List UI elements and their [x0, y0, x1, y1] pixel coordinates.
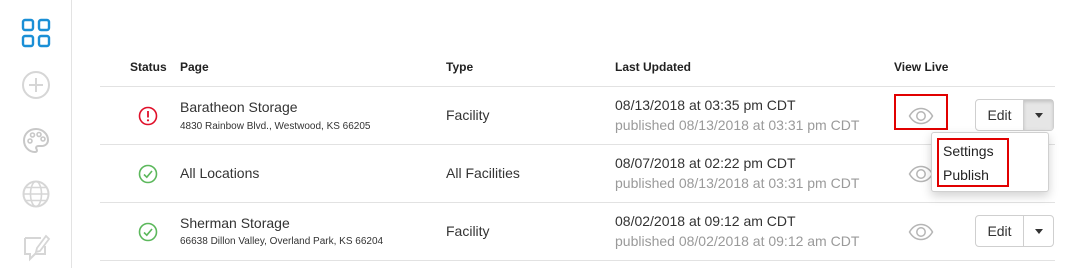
eye-icon[interactable]	[908, 107, 934, 125]
published-date: published 08/02/2018 at 09:12 am CDT	[615, 233, 860, 249]
published-date: published 08/13/2018 at 03:31 pm CDT	[615, 175, 860, 191]
chevron-down-icon	[1034, 228, 1043, 234]
edit-comment-icon[interactable]	[19, 230, 53, 264]
header-type: Type	[446, 60, 474, 74]
edit-dropdown-toggle[interactable]	[1024, 100, 1053, 130]
header-page: Page	[180, 60, 209, 74]
page-type: All Facilities	[446, 165, 520, 181]
eye-icon[interactable]	[908, 223, 934, 241]
row-divider	[100, 86, 1055, 87]
edit-dropdown-menu: Settings Publish	[931, 132, 1049, 192]
edit-dropdown-toggle[interactable]	[1024, 216, 1053, 246]
page-name[interactable]: Sherman Storage	[180, 215, 290, 231]
edit-button[interactable]: Edit	[976, 216, 1024, 246]
last-updated: 08/13/2018 at 03:35 pm CDT	[615, 97, 796, 113]
row-divider	[100, 202, 1055, 203]
header-status: Status	[130, 60, 167, 74]
chevron-down-icon	[1034, 112, 1043, 118]
row-divider	[100, 144, 1055, 145]
menu-item-settings[interactable]: Settings	[943, 143, 994, 159]
add-circle-icon[interactable]	[19, 68, 53, 102]
check-status-icon	[138, 164, 158, 184]
edit-button[interactable]: Edit	[976, 100, 1024, 130]
sidebar	[0, 0, 72, 268]
menu-item-publish[interactable]: Publish	[943, 167, 989, 183]
header-last-updated: Last Updated	[615, 60, 692, 74]
published-date: published 08/13/2018 at 03:31 pm CDT	[615, 117, 860, 133]
page-address: 4830 Rainbow Blvd., Westwood, KS 66205	[180, 121, 371, 132]
page-type: Facility	[446, 107, 490, 123]
check-status-icon	[138, 222, 158, 242]
last-updated: 08/07/2018 at 02:22 pm CDT	[615, 155, 796, 171]
edit-button-group: Edit	[975, 215, 1054, 247]
error-status-icon	[138, 106, 158, 126]
edit-button-group: Edit	[975, 99, 1054, 131]
palette-icon[interactable]	[19, 124, 53, 158]
row-divider	[100, 260, 1055, 261]
page-type: Facility	[446, 223, 490, 239]
globe-icon[interactable]	[19, 177, 53, 211]
page-address: 66638 Dillon Valley, Overland Park, KS 6…	[180, 236, 384, 247]
header-view-live: View Live	[894, 60, 949, 74]
dashboard-grid-icon[interactable]	[19, 16, 53, 50]
page-name[interactable]: Baratheon Storage	[180, 99, 298, 115]
page-name[interactable]: All Locations	[180, 165, 259, 181]
last-updated: 08/02/2018 at 09:12 am CDT	[615, 213, 796, 229]
